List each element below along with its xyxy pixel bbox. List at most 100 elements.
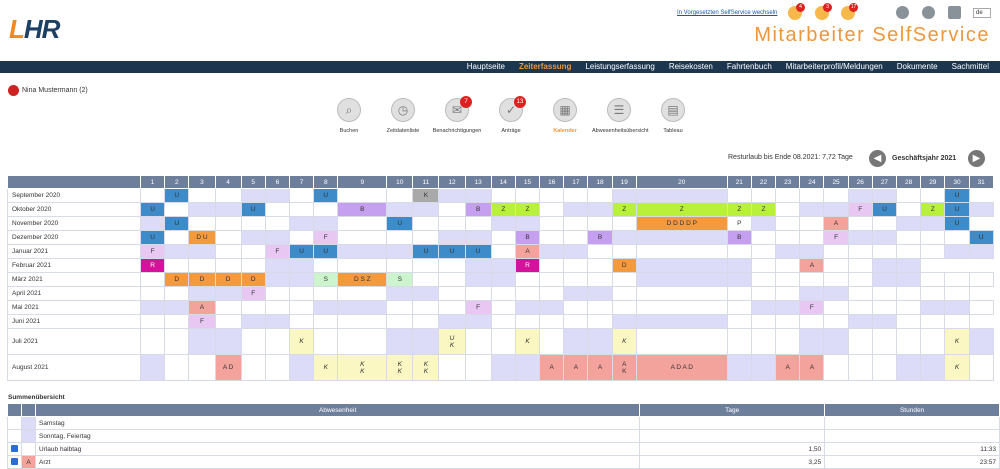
day-cell[interactable] xyxy=(438,188,466,203)
day-cell[interactable] xyxy=(337,216,388,231)
nav-item[interactable]: Fahrtenbuch xyxy=(720,61,779,73)
day-cell[interactable] xyxy=(214,300,242,315)
day-cell[interactable] xyxy=(412,286,440,301)
day-cell[interactable]: K xyxy=(514,328,541,355)
day-cell[interactable] xyxy=(464,354,492,381)
day-cell[interactable]: A xyxy=(799,354,825,381)
day-cell[interactable] xyxy=(438,300,466,315)
day-cell[interactable] xyxy=(412,216,440,231)
day-cell[interactable] xyxy=(188,216,216,231)
day-cell[interactable] xyxy=(635,286,728,301)
day-cell[interactable] xyxy=(775,258,801,273)
day-cell[interactable] xyxy=(896,258,922,273)
day-cell[interactable] xyxy=(188,258,216,273)
day-cell[interactable] xyxy=(750,286,777,301)
day-cell[interactable]: F xyxy=(847,202,873,217)
day-cell[interactable] xyxy=(920,300,946,315)
day-cell[interactable] xyxy=(264,188,291,203)
nav-item[interactable]: Reisekosten xyxy=(662,61,720,73)
day-cell[interactable] xyxy=(750,244,777,259)
day-cell[interactable] xyxy=(438,202,466,217)
day-cell[interactable]: F xyxy=(823,230,849,245)
day-cell[interactable] xyxy=(563,188,589,203)
day-cell[interactable] xyxy=(750,230,777,245)
day-cell[interactable]: B xyxy=(514,230,541,245)
day-cell[interactable]: F xyxy=(799,300,825,315)
day-cell[interactable]: K xyxy=(288,328,315,355)
day-cell[interactable] xyxy=(726,328,752,355)
day-cell[interactable] xyxy=(514,272,541,287)
day-cell[interactable] xyxy=(514,314,541,329)
day-cell[interactable]: A xyxy=(587,354,613,381)
day-cell[interactable] xyxy=(823,314,849,329)
day-cell[interactable]: F xyxy=(464,300,492,315)
day-cell[interactable] xyxy=(264,286,291,301)
summary-checkbox-cell[interactable] xyxy=(7,429,22,443)
day-cell[interactable] xyxy=(188,286,216,301)
day-cell[interactable] xyxy=(847,354,873,381)
day-cell[interactable] xyxy=(871,286,898,301)
day-cell[interactable] xyxy=(871,272,898,287)
day-cell[interactable]: U xyxy=(139,230,166,245)
day-cell[interactable]: F xyxy=(139,244,166,259)
gear-icon[interactable] xyxy=(922,6,935,19)
day-cell[interactable] xyxy=(799,216,825,231)
day-cell[interactable]: D xyxy=(164,272,190,287)
day-cell[interactable]: D xyxy=(611,258,637,273)
day-cell[interactable] xyxy=(823,244,849,259)
day-cell[interactable] xyxy=(264,354,291,381)
day-cell[interactable] xyxy=(587,202,613,217)
day-cell[interactable] xyxy=(539,300,565,315)
day-cell[interactable]: U xyxy=(139,202,166,217)
day-cell[interactable] xyxy=(611,272,637,287)
day-cell[interactable] xyxy=(214,202,242,217)
day-cell[interactable] xyxy=(240,188,266,203)
day-cell[interactable]: U xyxy=(313,188,339,203)
day-cell[interactable] xyxy=(775,216,801,231)
day-cell[interactable] xyxy=(164,354,190,381)
day-cell[interactable]: Z xyxy=(490,202,516,217)
day-cell[interactable] xyxy=(464,272,492,287)
day-cell[interactable]: F xyxy=(240,286,266,301)
toolbar-button[interactable]: ☰ Abwesenheitsübersicht xyxy=(592,98,649,134)
request-bell-icon[interactable]: 17 xyxy=(841,3,858,20)
day-cell[interactable] xyxy=(264,300,291,315)
day-cell[interactable] xyxy=(288,272,315,287)
day-cell[interactable] xyxy=(726,272,752,287)
day-cell[interactable]: A D A D xyxy=(635,354,728,381)
day-cell[interactable] xyxy=(539,258,565,273)
day-cell[interactable] xyxy=(750,188,777,203)
day-cell[interactable] xyxy=(944,272,970,287)
day-cell[interactable] xyxy=(188,354,216,381)
day-cell[interactable] xyxy=(490,244,516,259)
day-cell[interactable]: A xyxy=(514,244,541,259)
day-cell[interactable] xyxy=(337,244,388,259)
day-cell[interactable]: U xyxy=(313,244,339,259)
day-cell[interactable] xyxy=(726,314,752,329)
day-cell[interactable] xyxy=(240,328,266,355)
day-cell[interactable] xyxy=(799,314,825,329)
day-cell[interactable]: U xyxy=(386,216,414,231)
day-cell[interactable] xyxy=(799,272,825,287)
day-cell[interactable] xyxy=(490,286,516,301)
day-cell[interactable] xyxy=(240,216,266,231)
day-cell[interactable] xyxy=(164,202,190,217)
day-cell[interactable] xyxy=(726,354,752,381)
day-cell[interactable]: S xyxy=(386,272,414,287)
day-cell[interactable] xyxy=(288,216,315,231)
day-cell[interactable] xyxy=(750,354,777,381)
day-cell[interactable] xyxy=(313,300,339,315)
day-cell[interactable] xyxy=(871,188,898,203)
day-cell[interactable] xyxy=(920,328,946,355)
day-cell[interactable] xyxy=(871,230,898,245)
day-cell[interactable] xyxy=(587,300,613,315)
day-cell[interactable] xyxy=(847,272,873,287)
day-cell[interactable] xyxy=(539,272,565,287)
toolbar-button[interactable]: ⌕ Buchen xyxy=(322,98,376,134)
day-cell[interactable] xyxy=(563,314,589,329)
nav-item[interactable]: Dokumente xyxy=(890,61,945,73)
day-cell[interactable] xyxy=(139,216,166,231)
day-cell[interactable]: K xyxy=(944,354,970,381)
day-cell[interactable]: K K xyxy=(386,354,414,381)
day-cell[interactable] xyxy=(611,286,637,301)
